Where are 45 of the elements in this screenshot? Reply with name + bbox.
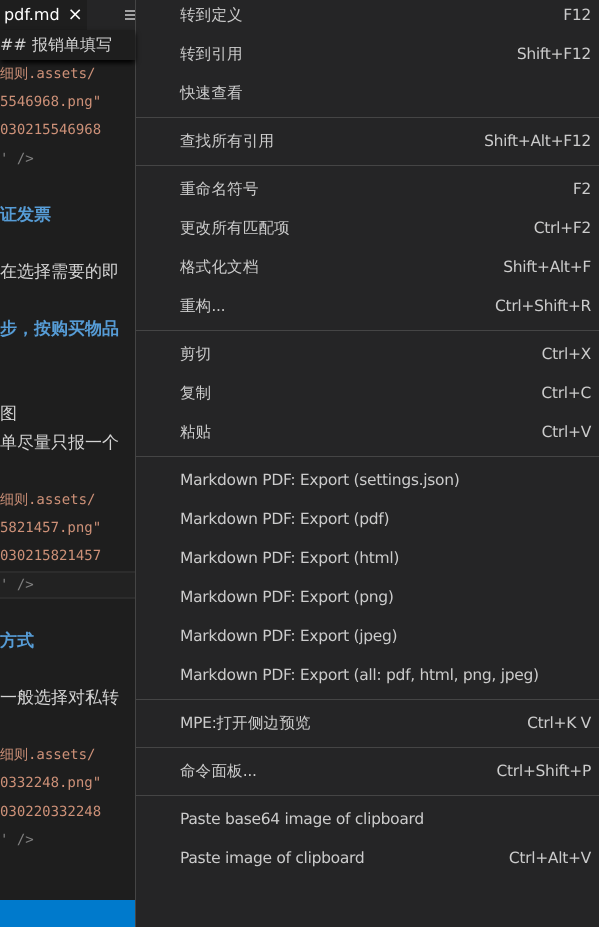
- close-icon[interactable]: ×: [68, 6, 83, 24]
- menu-item[interactable]: Markdown PDF: Export (html): [136, 539, 599, 578]
- code-text: 图: [0, 403, 17, 426]
- code-text: 030215821457: [0, 547, 102, 566]
- menu-item[interactable]: MPE:打开侧边预览 Ctrl+K V: [136, 704, 599, 743]
- menu-item[interactable]: Markdown PDF: Export (png): [136, 578, 599, 617]
- menu-item[interactable]: 复制 Ctrl+C: [136, 374, 599, 413]
- menu-item[interactable]: 快速查看: [136, 74, 599, 113]
- menu-item[interactable]: 更改所有匹配项 Ctrl+F2: [136, 209, 599, 248]
- menu-item[interactable]: 转到引用 Shift+F12: [136, 35, 599, 74]
- code-text: 030215546968: [0, 121, 102, 140]
- code-text: 030220332248: [0, 802, 102, 822]
- menu-item[interactable]: 重构... Ctrl+Shift+R: [136, 287, 599, 326]
- code-text: ' />: [0, 150, 34, 169]
- menu-item[interactable]: 查找所有引用 Shift+Alt+F12: [136, 122, 599, 161]
- code-text: 单尽量只报一个: [0, 432, 119, 455]
- code-text: 5821457.png": [0, 518, 102, 538]
- menu-item[interactable]: Markdown PDF: Export (all: pdf, html, png, jpeg): [136, 656, 599, 695]
- sticky-heading: ## 报销单填写: [0, 34, 112, 56]
- code-text: 细则.assets/: [0, 64, 96, 84]
- code-text: 在选择需要的即: [0, 261, 119, 284]
- menu-item[interactable]: Markdown PDF: Export (pdf): [136, 500, 599, 539]
- menu-item[interactable]: Markdown PDF: Export (settings.json): [136, 461, 599, 500]
- code-text: 5546968.png": [0, 93, 102, 112]
- menu-item[interactable]: Paste base64 image of clipboard: [136, 800, 599, 839]
- code-text: 0332248.png": [0, 774, 102, 794]
- menu-item[interactable]: Markdown PDF: Export (jpeg): [136, 617, 599, 656]
- code-text: ' />: [0, 831, 34, 850]
- code-text: 一般选择对私转: [0, 687, 119, 710]
- menu-icon[interactable]: [125, 9, 135, 21]
- menu-item[interactable]: 粘贴 Ctrl+V: [136, 413, 599, 452]
- code-text: 细则.assets/: [0, 746, 96, 766]
- menu-item[interactable]: 剪切 Ctrl+X: [136, 335, 599, 374]
- menu-item[interactable]: 格式化文档 Shift+Alt+F: [136, 248, 599, 287]
- menu-item[interactable]: 重命名符号 F2: [136, 170, 599, 209]
- code-text: 方式: [0, 630, 34, 654]
- code-text: 证发票: [0, 204, 51, 228]
- code-text: 步，按购买物品: [0, 318, 119, 341]
- code-text: 细则.assets/: [0, 490, 96, 510]
- editor-tab[interactable]: pdf.md ×: [0, 0, 87, 30]
- menu-item[interactable]: 命令面板... Ctrl+Shift+P: [136, 752, 599, 791]
- menu-item[interactable]: 转到定义 F12: [136, 0, 599, 35]
- code-text: ' />: [0, 571, 135, 600]
- tab-label: pdf.md: [4, 4, 60, 26]
- menu-item[interactable]: Paste image of clipboard Ctrl+Alt+V: [136, 839, 599, 878]
